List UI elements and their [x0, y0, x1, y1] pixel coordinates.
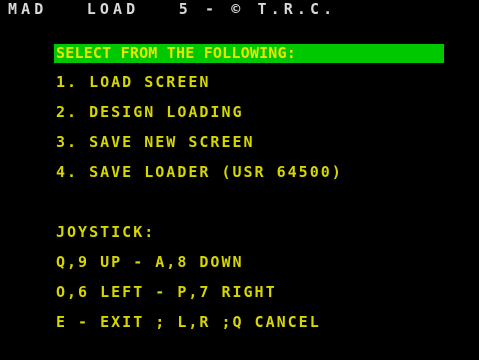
app-title: MAD LOAD 5 - © T.R.C. [8, 0, 337, 18]
joystick-leftright-line: O,6 LEFT - P,7 RIGHT [56, 283, 277, 301]
menu-item-save-loader[interactable]: 4. SAVE LOADER (USR 64500) [56, 165, 343, 180]
menu-item-design-loading[interactable]: 2. DESIGN LOADING [56, 105, 244, 120]
joystick-exit-line: E - EXIT ; L,R ;Q CANCEL [56, 313, 321, 331]
select-prompt-banner: SELECT FROM THE FOLLOWING: [54, 44, 444, 63]
menu-item-save-new-screen[interactable]: 3. SAVE NEW SCREEN [56, 135, 255, 150]
joystick-updown-line: Q,9 UP - A,8 DOWN [56, 253, 244, 271]
spectrum-screen: MAD LOAD 5 - © T.R.C. SELECT FROM THE FO… [0, 0, 479, 360]
joystick-heading: JOYSTICK: [56, 223, 156, 241]
menu-item-load-screen[interactable]: 1. LOAD SCREEN [56, 75, 210, 90]
